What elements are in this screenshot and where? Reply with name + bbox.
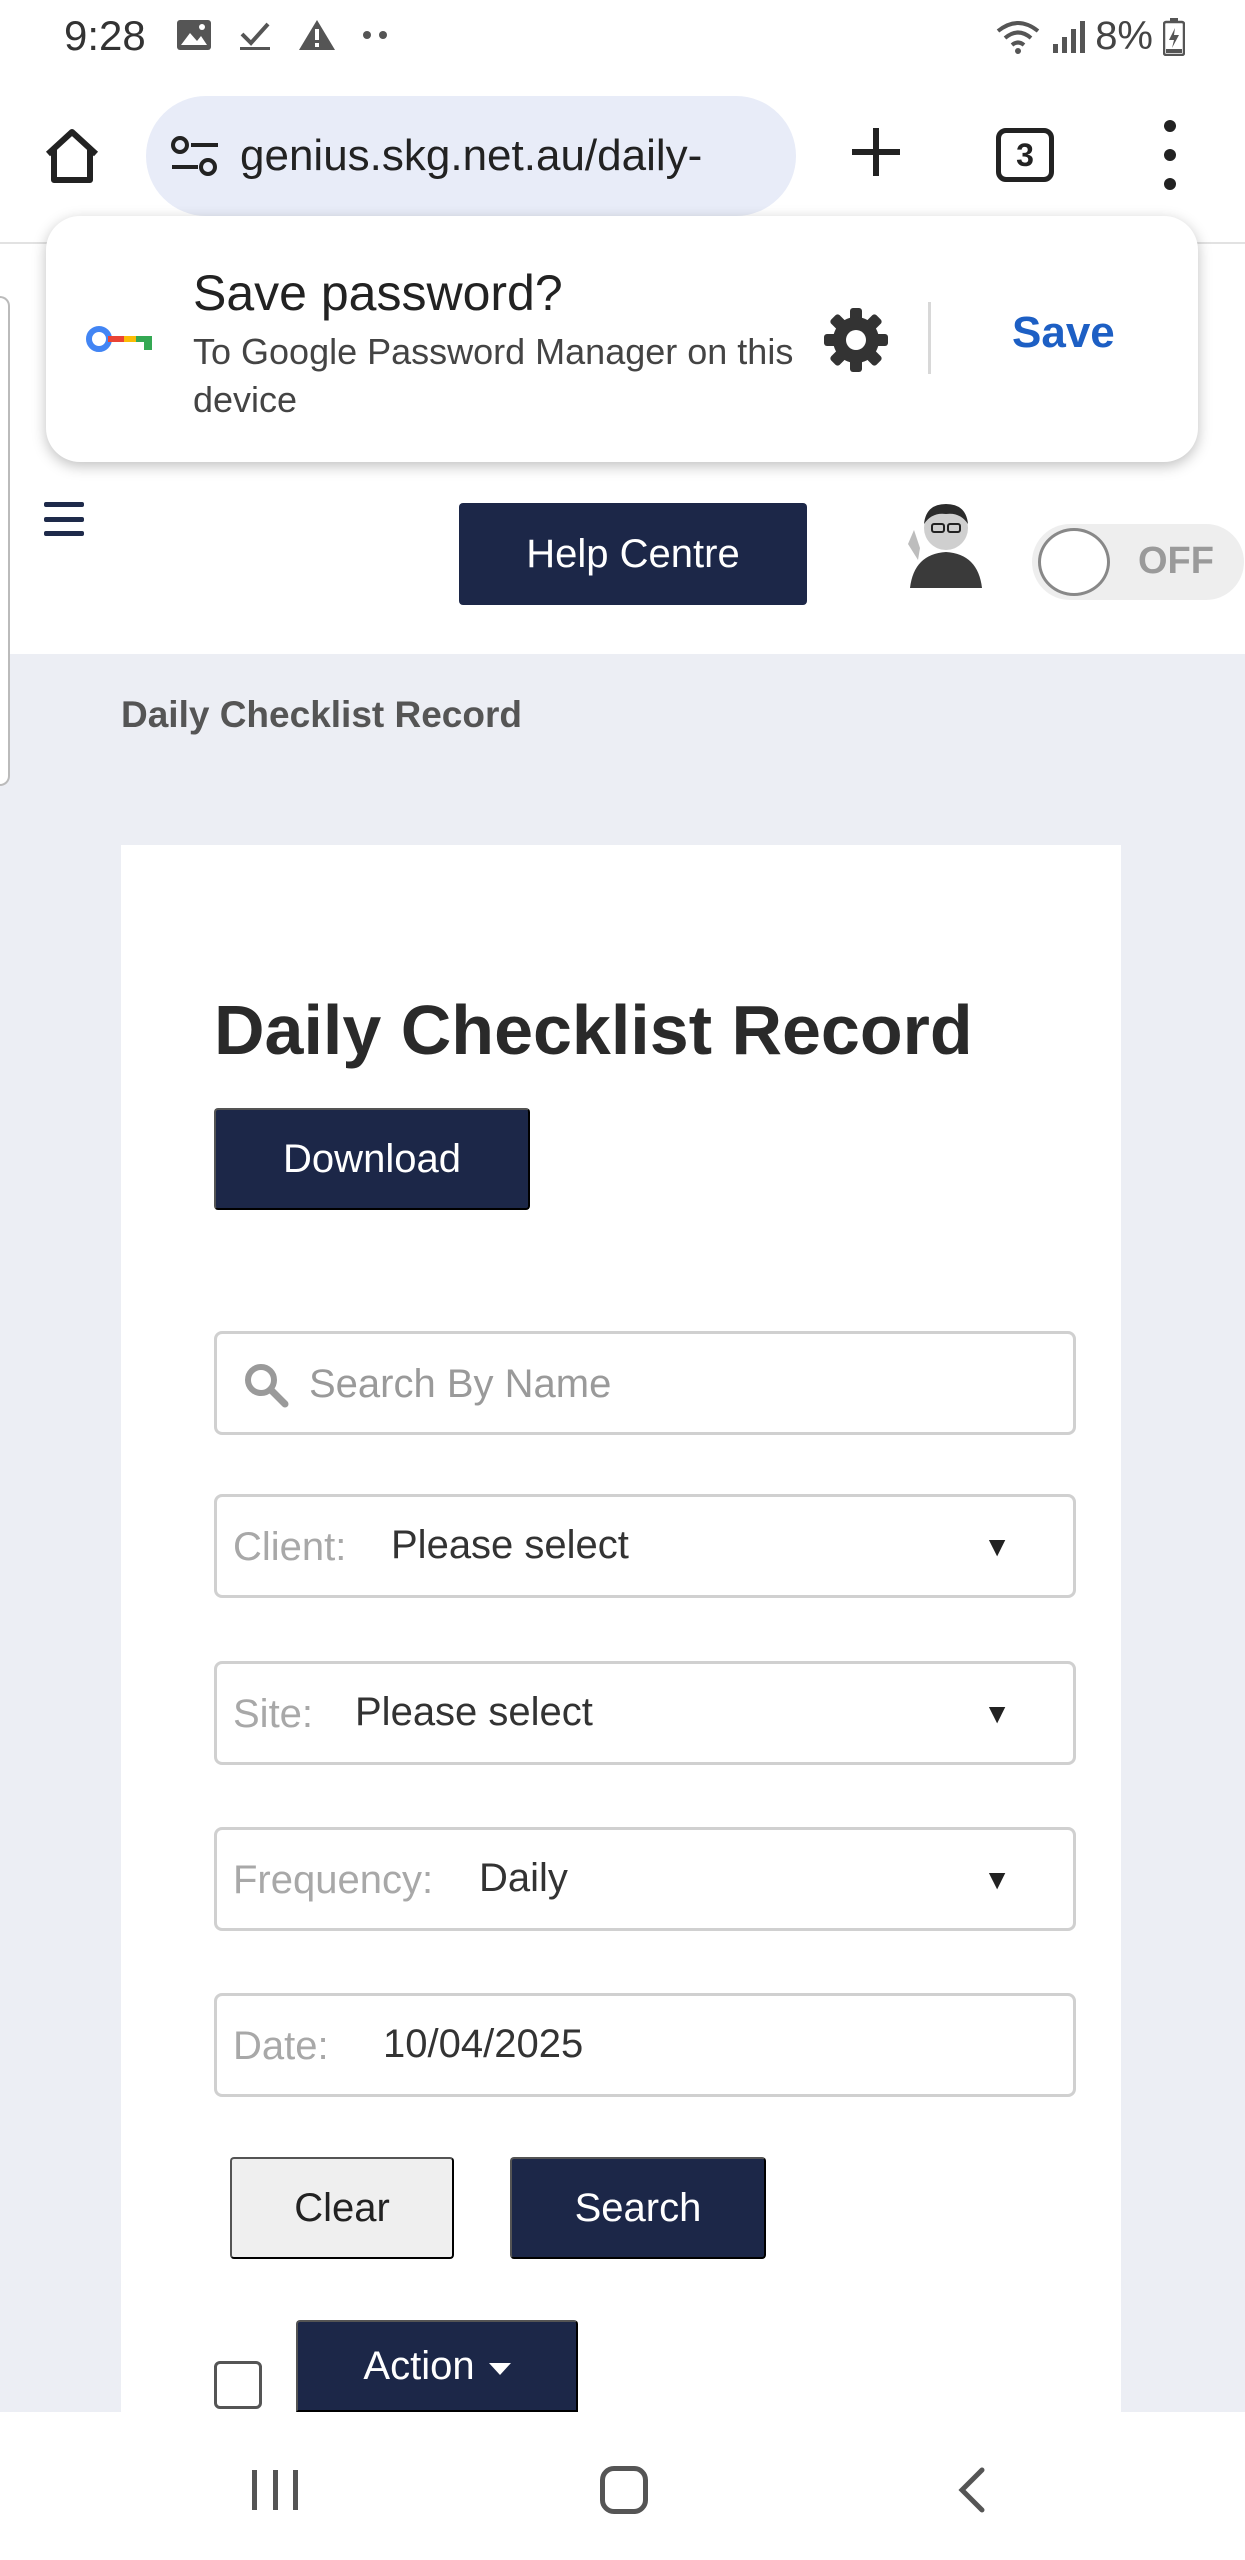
page-title: Daily Checklist Record <box>214 991 973 1069</box>
date-label: Date: <box>233 2024 329 2068</box>
select-all-checkbox[interactable] <box>214 2361 262 2409</box>
warning-icon <box>299 20 335 50</box>
popup-divider <box>928 302 931 374</box>
new-tab-icon[interactable] <box>846 122 906 182</box>
client-value: Please select <box>391 1523 629 1567</box>
address-bar[interactable]: genius.skg.net.au/daily- <box>146 96 796 216</box>
client-label: Client: <box>233 1525 347 1569</box>
search-placeholder: Search By Name <box>309 1362 612 1406</box>
hamburger-menu-icon[interactable] <box>44 502 84 536</box>
tab-switcher-button[interactable]: 3 <box>996 128 1054 182</box>
action-dropdown-button[interactable]: Action <box>296 2320 578 2412</box>
avatar[interactable] <box>900 498 984 588</box>
home-icon[interactable] <box>40 124 104 188</box>
status-bar: 9:28 8% <box>0 0 1245 80</box>
breadcrumb: Daily Checklist Record <box>121 694 522 735</box>
gear-icon[interactable] <box>822 306 890 374</box>
save-password-button[interactable]: Save <box>1012 308 1115 358</box>
download-button[interactable]: Download <box>214 1108 530 1210</box>
home-button-icon[interactable] <box>600 2466 648 2514</box>
frequency-select[interactable]: Frequency: Daily ▼ <box>214 1827 1076 1931</box>
password-key-icon <box>86 326 152 352</box>
url-text: genius.skg.net.au/daily- <box>240 131 703 180</box>
help-centre-button[interactable]: Help Centre <box>459 503 807 605</box>
wifi-icon <box>996 20 1040 54</box>
save-password-popup: Save password? To Google Password Manage… <box>46 216 1198 462</box>
site-label: Site: <box>233 1692 314 1736</box>
search-icon <box>245 1364 289 1408</box>
site-value: Please select <box>355 1690 593 1734</box>
back-icon[interactable] <box>952 2466 992 2514</box>
system-navigation-bar <box>0 2412 1245 2560</box>
battery-percentage: 8% <box>1095 14 1153 58</box>
site-select[interactable]: Site: Please select ▼ <box>214 1661 1076 1765</box>
client-select[interactable]: Client: Please select ▼ <box>214 1494 1076 1598</box>
signal-icon <box>1053 20 1086 53</box>
date-field[interactable]: Date: 10/04/2025 <box>214 1993 1076 2097</box>
frequency-value: Daily <box>479 1856 568 1900</box>
search-input[interactable]: Search By Name <box>214 1331 1076 1435</box>
clear-button[interactable]: Clear <box>230 2157 454 2259</box>
on-off-toggle[interactable]: OFF <box>1032 524 1244 600</box>
browser-menu-button[interactable] <box>1150 120 1190 190</box>
toggle-label: OFF <box>1138 540 1214 582</box>
frequency-label: Frequency: <box>233 1858 434 1902</box>
popup-subtitle: To Google Password Manager on this devic… <box>193 331 794 420</box>
chevron-down-icon: ▼ <box>983 1531 1011 1562</box>
image-icon <box>177 20 211 50</box>
system-status: 8% <box>995 14 1185 59</box>
battery-icon <box>1163 17 1185 56</box>
popup-title: Save password? <box>193 265 563 321</box>
chevron-down-icon: ▼ <box>983 1864 1011 1895</box>
date-value: 10/04/2025 <box>383 2022 584 2066</box>
search-button[interactable]: Search <box>510 2157 766 2259</box>
toggle-knob <box>1038 528 1110 596</box>
action-label: Action <box>363 2343 475 2388</box>
caret-down-icon <box>488 2363 511 2375</box>
check-icon <box>240 22 270 50</box>
recent-apps-icon[interactable] <box>252 2470 298 2510</box>
notification-icons <box>176 18 390 52</box>
site-settings-icon[interactable] <box>170 133 220 179</box>
status-time: 9:28 <box>64 12 146 59</box>
more-notifications-icon <box>363 31 387 39</box>
side-drawer-edge[interactable] <box>0 296 10 786</box>
chevron-down-icon: ▼ <box>983 1698 1011 1729</box>
